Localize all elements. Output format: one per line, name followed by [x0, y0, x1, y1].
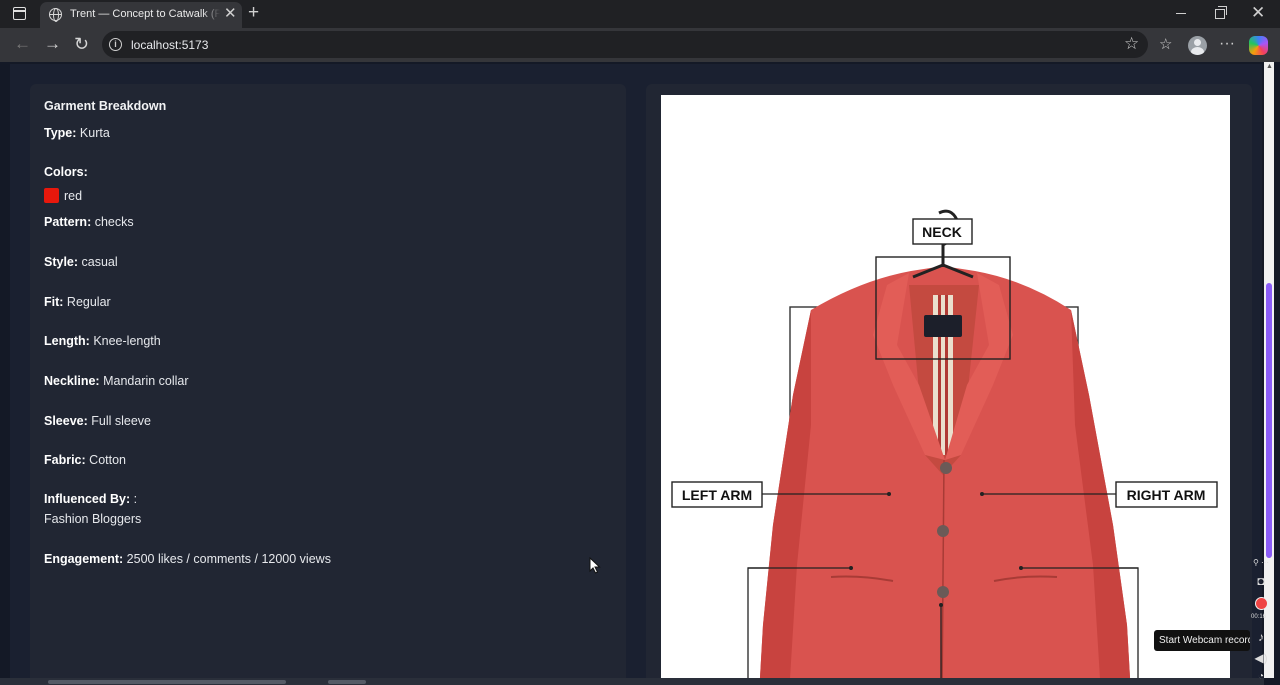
- sleeve-label: Sleeve:: [44, 414, 88, 428]
- style-field: Style: casual: [44, 255, 118, 269]
- fabric-field: Fabric: Cotton: [44, 453, 126, 467]
- webcam-tooltip: Start Webcam recording: [1154, 630, 1250, 651]
- fit-label: Fit:: [44, 295, 64, 309]
- right-arm-label: RIGHT ARM: [1127, 487, 1206, 503]
- influenced-by-label: Influenced By:: [44, 492, 131, 506]
- recorder-toolbar: ⚲ ⋯ ◘ ♪ ◀) ◔: [1250, 556, 1272, 685]
- browser-tab-active[interactable]: Trent — Concept to Catwalk (PoC) ✕: [40, 2, 242, 28]
- length-value: Knee-length: [93, 334, 161, 348]
- influenced-by-value: Fashion Bloggers: [44, 512, 142, 526]
- favorite-star-icon[interactable]: ☆: [1124, 34, 1139, 54]
- horizontal-scroll-segment: [328, 680, 366, 684]
- microphone-icon[interactable]: ♪: [1250, 630, 1272, 644]
- garment-image: NECK LEFT ARM RIGHT ARM: [661, 95, 1230, 685]
- type-label: Type:: [44, 126, 77, 140]
- influenced-by-separator: :: [133, 492, 138, 506]
- mouse-cursor-icon: [589, 557, 601, 574]
- profile-avatar-icon[interactable]: [1188, 36, 1207, 55]
- new-tab-button[interactable]: +: [248, 3, 259, 23]
- forward-button[interactable]: →: [44, 33, 61, 55]
- favorites-icon[interactable]: ☆: [1159, 36, 1172, 54]
- tab-title: Trent — Concept to Catwalk (PoC): [70, 8, 220, 20]
- address-bar[interactable]: i localhost:5173 ☆: [102, 31, 1148, 58]
- pattern-label: Pattern:: [44, 215, 92, 229]
- copilot-icon[interactable]: [1249, 36, 1268, 55]
- pattern-value: checks: [94, 215, 134, 229]
- garment-breakdown-panel: Garment Breakdown Type: Kurta Colors: re…: [30, 84, 626, 685]
- color-swatch: [44, 188, 59, 203]
- back-button[interactable]: ←: [14, 33, 31, 55]
- engagement-field: Engagement: 2500 likes / comments / 1200…: [44, 552, 331, 566]
- engagement-value: 2500 likes / comments / 12000 views: [126, 552, 331, 566]
- fit-field: Fit: Regular: [44, 295, 111, 309]
- neckline-label: Neckline:: [44, 374, 100, 388]
- tooltip-text: Start Webcam recording: [1159, 635, 1250, 646]
- sleeve-field: Sleeve: Full sleeve: [44, 414, 151, 428]
- camera-icon[interactable]: ◘: [1250, 574, 1272, 588]
- scroll-up-arrow-icon[interactable]: ▲: [1266, 63, 1273, 70]
- record-button[interactable]: [1255, 597, 1268, 610]
- pattern-field: Pattern: checks: [44, 215, 134, 229]
- garment-image-panel: NECK LEFT ARM RIGHT ARM: [646, 84, 1252, 685]
- tab-actions-icon[interactable]: [12, 6, 28, 22]
- more-options-icon[interactable]: ···: [1219, 35, 1235, 53]
- restore-window-button[interactable]: [1215, 6, 1227, 19]
- engagement-label: Engagement:: [44, 552, 124, 566]
- globe-icon: [49, 8, 62, 22]
- timer-icon[interactable]: ◔: [1250, 671, 1272, 682]
- fabric-label: Fabric:: [44, 453, 86, 467]
- reload-button[interactable]: ↻: [74, 33, 89, 55]
- neckline-value: Mandarin collar: [103, 374, 189, 388]
- panel-title: Garment Breakdown: [44, 99, 167, 113]
- annotated-jacket-svg: NECK LEFT ARM RIGHT ARM: [671, 209, 1218, 685]
- minimize-window-button[interactable]: [1176, 13, 1186, 15]
- style-value: casual: [81, 255, 118, 269]
- browser-tab-bar: Trent — Concept to Catwalk (PoC) ✕ + ✕: [0, 0, 1280, 28]
- url-text[interactable]: localhost:5173: [131, 38, 208, 52]
- site-info-icon[interactable]: i: [109, 38, 122, 51]
- fit-value: Regular: [66, 295, 111, 309]
- influenced-by-field: Influenced By: :: [44, 492, 137, 506]
- colors-field: Colors:: [44, 165, 88, 179]
- vertical-scroll-thumb[interactable]: [1266, 283, 1272, 558]
- sleeve-value: Full sleeve: [91, 414, 152, 428]
- left-arm-label: LEFT ARM: [682, 487, 752, 503]
- browser-nav-bar: ← → ↻ i localhost:5173 ☆ ☆ ···: [0, 28, 1280, 62]
- neckline-field: Neckline: Mandarin collar: [44, 374, 189, 388]
- close-window-button[interactable]: ✕: [1251, 4, 1265, 22]
- type-field: Type: Kurta: [44, 126, 110, 140]
- colors-label: Colors:: [44, 165, 88, 179]
- fabric-value: Cotton: [89, 453, 127, 467]
- type-value: Kurta: [79, 126, 110, 140]
- length-label: Length:: [44, 334, 90, 348]
- horizontal-scroll-thumb[interactable]: [48, 680, 286, 684]
- close-tab-icon[interactable]: ✕: [224, 6, 237, 22]
- color-name: red: [64, 189, 83, 203]
- recording-time: 00:16: [1251, 614, 1267, 620]
- style-label: Style:: [44, 255, 79, 269]
- length-field: Length: Knee-length: [44, 334, 161, 348]
- page-viewport: Garment Breakdown Type: Kurta Colors: re…: [0, 62, 1280, 685]
- speaker-icon[interactable]: ◀): [1250, 651, 1272, 665]
- app-container: Garment Breakdown Type: Kurta Colors: re…: [10, 64, 1262, 685]
- recorder-settings-icon[interactable]: ⚲ ⋯: [1250, 558, 1272, 567]
- neck-label: NECK: [922, 224, 962, 240]
